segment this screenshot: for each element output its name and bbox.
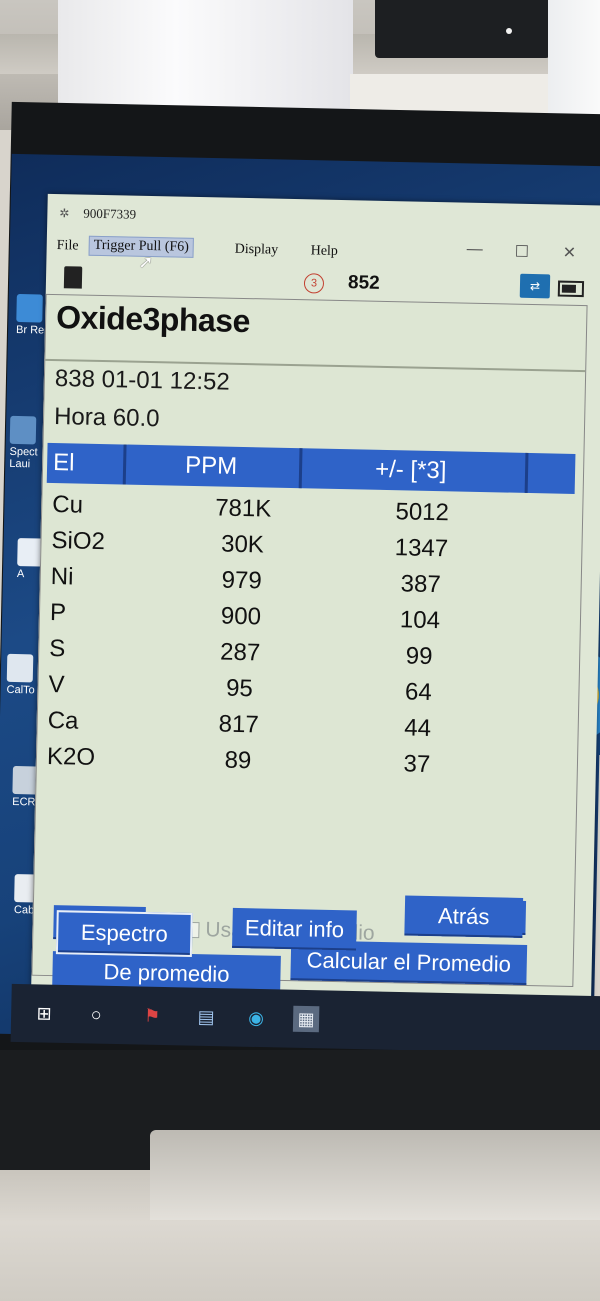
ppm-cell: 900: [220, 602, 262, 631]
probe-icon: [63, 266, 83, 289]
espectro-button[interactable]: Espectro: [55, 910, 193, 958]
battery-icon: [557, 280, 585, 298]
monitor-stand: [150, 1130, 600, 1220]
error-cell: 5012: [395, 498, 450, 527]
column-header-element[interactable]: El: [53, 449, 75, 477]
background-device: [375, 0, 550, 58]
error-cell: 64: [404, 678, 433, 706]
desktop-icon-label: ECR: [12, 795, 36, 809]
error-cell: 37: [403, 750, 431, 778]
app-icon[interactable]: ⚑: [139, 1003, 166, 1030]
calibration-tool-icon: [6, 653, 34, 683]
edge-icon[interactable]: ◉: [243, 1005, 270, 1032]
spectra-app-icon: [9, 415, 37, 445]
results-panel: Oxide3phase 838 01-01 12:52 Hora 60.0 El…: [31, 293, 588, 996]
ppm-cell: 30K: [220, 530, 265, 559]
column-divider: [298, 448, 303, 489]
file-explorer-icon[interactable]: ▤: [193, 1004, 220, 1031]
menu-help[interactable]: Help: [310, 243, 339, 260]
ppm-cell: 979: [221, 566, 263, 595]
element-cell: Ni: [50, 562, 74, 591]
desktop-icon-label: Cab: [13, 904, 35, 917]
reading-time: Hora 60.0: [53, 403, 160, 433]
desktop-icon-label: Spect Laui: [9, 445, 38, 471]
ppm-cell: 781K: [214, 494, 272, 523]
element-cell: Cu: [52, 491, 84, 519]
element-cell: V: [48, 670, 65, 699]
results-table-header: El PPM +/- [*3]: [46, 442, 576, 494]
cortana-circle-icon[interactable]: ○: [83, 1001, 110, 1028]
analyzer-window: ✲ 900F7339 — ☐ ✕ File Trigger Pull (F6) …: [30, 193, 600, 1016]
device-led: [506, 28, 512, 34]
reading-count: 852: [347, 272, 380, 294]
element-cell: P: [49, 598, 67, 627]
spectrometer-app-icon[interactable]: ▦: [292, 1005, 320, 1033]
remote-app-icon: [16, 293, 43, 323]
minimize-icon[interactable]: —: [467, 241, 483, 259]
error-cell: 99: [405, 642, 433, 670]
error-cell: 104: [399, 606, 441, 635]
error-cell: 1347: [394, 534, 449, 563]
close-icon[interactable]: ✕: [562, 243, 576, 263]
column-header-ppm[interactable]: PPM: [185, 452, 238, 481]
windows-start-icon[interactable]: ⊞: [31, 1000, 58, 1027]
column-divider: [122, 444, 127, 485]
editar-info-button[interactable]: Editar info: [232, 907, 357, 951]
shot-index-badge: 3: [303, 273, 325, 294]
element-cell: Ca: [47, 706, 79, 735]
element-cell: S: [48, 634, 66, 663]
usb-connection-icon: ⇄: [519, 273, 551, 299]
ppm-cell: 287: [219, 638, 261, 667]
menu-file[interactable]: File: [57, 238, 79, 254]
error-cell: 44: [404, 714, 432, 742]
desktop-icon-label: A: [16, 568, 25, 581]
menu-display[interactable]: Display: [234, 242, 279, 259]
element-cell: K2O: [46, 742, 96, 771]
ppm-cell: 817: [218, 710, 260, 739]
window-title: 900F7339: [83, 205, 137, 222]
atras-button[interactable]: Atrás: [404, 895, 524, 938]
desktop-icon-label: CalTo: [6, 683, 35, 697]
column-header-error[interactable]: +/- [*3]: [375, 456, 447, 485]
ppm-cell: 89: [224, 746, 252, 775]
element-cell: SiO2: [51, 526, 106, 556]
maximize-icon[interactable]: ☐: [514, 242, 529, 262]
error-cell: 387: [400, 570, 441, 599]
column-divider: [524, 452, 529, 493]
ppm-cell: 95: [225, 674, 254, 703]
reading-id-datetime: 838 01-01 12:52: [54, 365, 230, 396]
method-title: Oxide3phase: [55, 299, 251, 340]
app-window-icon: ✲: [59, 206, 70, 221]
